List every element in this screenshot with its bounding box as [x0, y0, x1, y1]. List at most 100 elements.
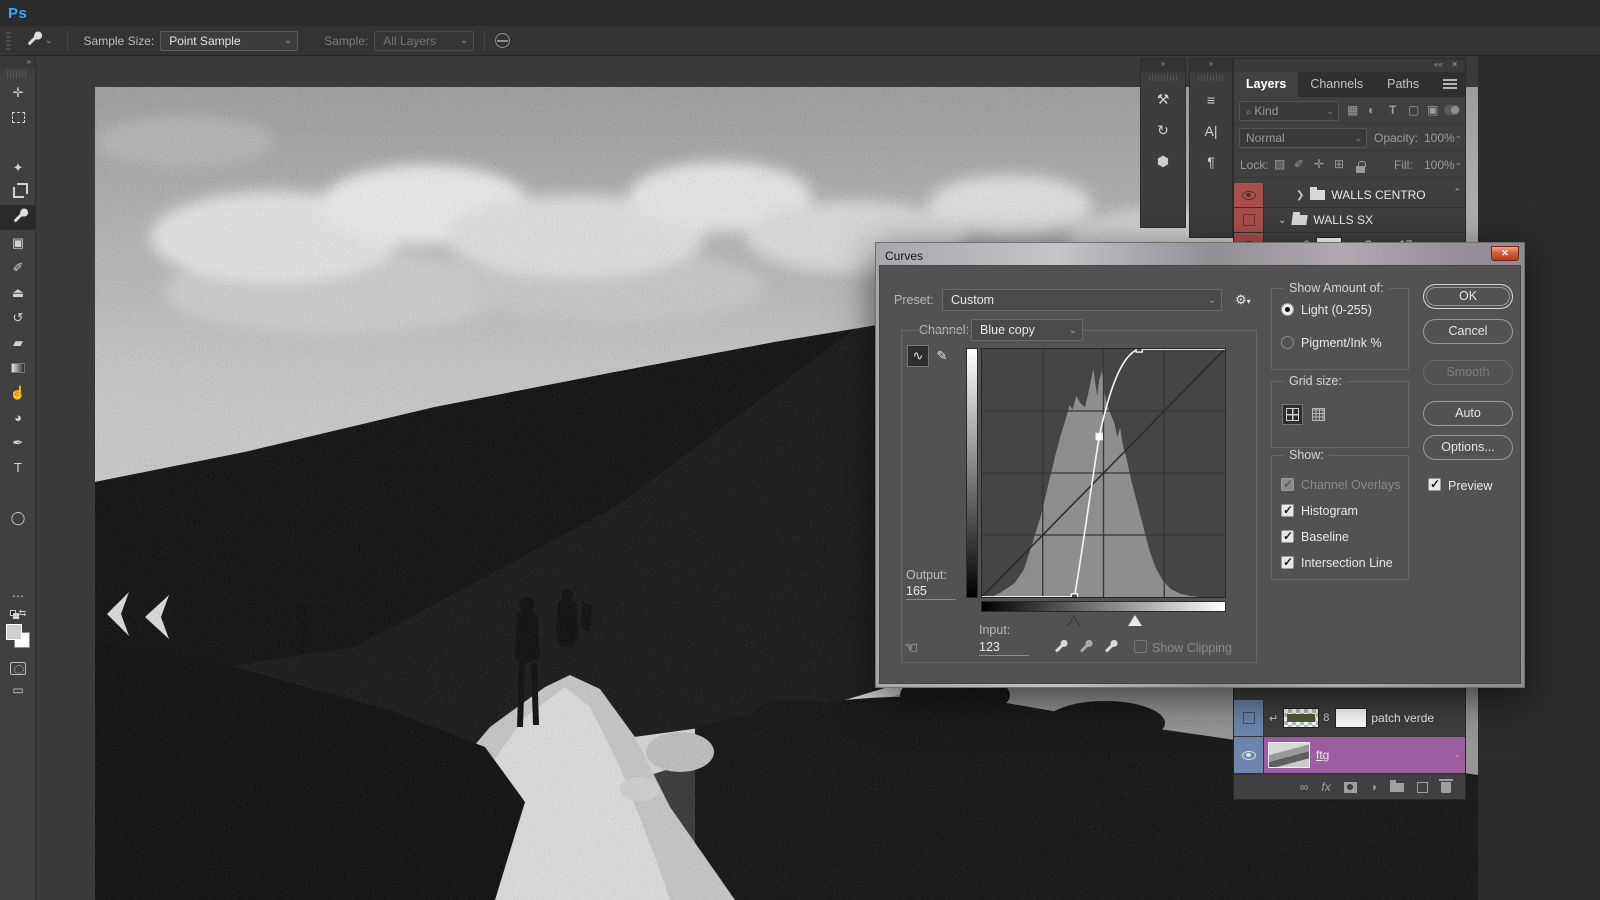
chevron-down-icon[interactable]: ⌄ — [1454, 130, 1462, 141]
sample-select[interactable]: All Layers⌄ — [374, 31, 474, 51]
show-clipping-checkbox[interactable] — [1134, 640, 1147, 653]
zoom-tool[interactable] — [0, 555, 36, 580]
auto-button[interactable]: Auto — [1423, 401, 1513, 426]
light-radio[interactable] — [1281, 303, 1294, 316]
expand-panels-icon[interactable]: » — [1141, 59, 1185, 72]
chevron-down-icon[interactable]: ⌄ — [45, 35, 53, 46]
eraser-tool[interactable]: ▰ — [0, 330, 36, 355]
show-option-checkbox[interactable] — [1281, 556, 1294, 569]
tab-layers[interactable]: Layers — [1234, 72, 1298, 97]
close-panel-icon[interactable]: ✕ — [1451, 60, 1458, 69]
layer-thumbnail[interactable] — [1268, 742, 1310, 768]
move-tool[interactable]: ✛ — [0, 80, 36, 105]
blend-mode-select[interactable]: Normal⌄ — [1239, 128, 1367, 148]
expand-panels-icon[interactable]: » — [1190, 59, 1232, 72]
preview-checkbox[interactable] — [1428, 478, 1441, 491]
layer-name[interactable]: WALLS SX — [1313, 213, 1373, 227]
layer-mask-thumbnail[interactable] — [1335, 708, 1367, 728]
filtering-toggle[interactable] — [1444, 105, 1460, 115]
crop-tool[interactable] — [0, 180, 36, 205]
white-point-slider[interactable] — [1128, 615, 1142, 626]
history-icon[interactable]: ↻ — [1141, 115, 1185, 146]
layer-row-ftg-selected[interactable]: ftg ⌄ — [1234, 737, 1465, 774]
lock-transparency-icon[interactable]: ▨ — [1274, 157, 1285, 171]
screen-mode-button[interactable]: ▭ — [12, 683, 23, 697]
visibility-cell[interactable] — [1234, 183, 1264, 207]
show-option-checkbox[interactable] — [1281, 530, 1294, 543]
input-value-field[interactable]: 123 — [979, 640, 1029, 656]
filter-type-layers-icon[interactable]: T — [1389, 103, 1396, 117]
layer-row-patch-verde[interactable]: ↵ 8 patch verde — [1234, 700, 1465, 737]
layer-style-fx-icon[interactable]: fx — [1321, 780, 1330, 794]
tool-presets-icon[interactable]: ⚒ — [1141, 84, 1185, 115]
brush-tool[interactable]: ✐ — [0, 255, 36, 280]
sample-size-select[interactable]: Point Sample⌄ — [160, 31, 298, 51]
path-selection-tool[interactable] — [0, 480, 36, 505]
scroll-up-icon[interactable]: ⌃ — [1453, 187, 1461, 198]
show-option-checkbox[interactable] — [1281, 504, 1294, 517]
hand-tool[interactable] — [0, 530, 36, 555]
swap-colors-icon[interactable]: ⇆ — [10, 605, 27, 621]
lock-move-icon[interactable]: ✛ — [1314, 157, 1324, 171]
filter-pixel-layers-icon[interactable]: ▦ — [1347, 103, 1358, 117]
foreground-color-swatch[interactable] — [6, 624, 22, 640]
output-value-field[interactable]: 165 — [906, 584, 956, 600]
rectangular-marquee-tool[interactable] — [0, 105, 36, 130]
options-bar-grip[interactable] — [6, 32, 11, 50]
type-tool[interactable]: T — [0, 455, 36, 480]
layer-name[interactable]: ftg — [1316, 748, 1329, 762]
scroll-down-icon[interactable]: ⌄ — [1453, 749, 1461, 760]
curves-graph[interactable] — [981, 348, 1226, 598]
filter-adjustment-layers-icon[interactable]: ◐ — [1368, 103, 1375, 117]
options-button[interactable]: Options... — [1423, 435, 1513, 460]
targeted-adjustment-icon[interactable]: ☜ — [904, 638, 918, 658]
preset-options-gear-icon[interactable]: ⚙▾ — [1235, 292, 1251, 308]
paragraph-panel-icon[interactable]: ¶ — [1190, 146, 1232, 177]
foreground-background-swatches[interactable] — [6, 624, 30, 648]
burn-tool[interactable]: ◕ — [0, 405, 36, 430]
quick-selection-tool[interactable]: ✦ — [0, 155, 36, 180]
layer-name[interactable]: patch verde — [1371, 711, 1434, 725]
filter-shape-layers-icon[interactable]: ▢ — [1408, 103, 1419, 117]
character-panel-icon[interactable]: A| — [1190, 115, 1232, 146]
filter-smart-objects-icon[interactable]: ▣ — [1427, 103, 1438, 117]
lock-paint-icon[interactable]: ✐ — [1294, 157, 1304, 171]
disclosure-expanded-icon[interactable]: ⌄ — [1278, 215, 1286, 226]
close-dialog-button[interactable]: ✕ — [1491, 246, 1519, 261]
collapse-arrows-icon[interactable]: » — [0, 56, 35, 68]
smudge-tool[interactable]: ☝ — [0, 380, 36, 405]
add-layer-mask-icon[interactable] — [1344, 782, 1357, 793]
more-tools-ellipsis[interactable]: … — [0, 580, 36, 605]
preset-select[interactable]: Custom⌄ — [942, 289, 1222, 311]
dialog-titlebar[interactable]: Curves ✕ — [879, 246, 1521, 265]
disclosure-collapsed-icon[interactable]: ❯ — [1296, 190, 1304, 201]
fill-value[interactable]: 100% — [1424, 158, 1455, 172]
3d-panel-icon[interactable]: ⬢ — [1141, 146, 1185, 177]
ellipse-tool[interactable]: ◯ — [0, 505, 36, 530]
new-layer-icon[interactable] — [1417, 782, 1428, 793]
kind-filter-select[interactable]: ⌕ Kind ⌄ — [1239, 101, 1339, 121]
clone-stamp-tool[interactable]: ⏏ — [0, 280, 36, 305]
channel-select[interactable]: Blue copy⌄ — [971, 319, 1083, 341]
lock-all-icon[interactable] — [1356, 166, 1365, 173]
pigment-radio-label[interactable]: Pigment/Ink % — [1301, 336, 1382, 350]
edit-points-curve-button[interactable]: ∿ — [907, 345, 929, 367]
collapse-panel-icon[interactable]: «« — [1434, 60, 1443, 69]
pigment-radio[interactable] — [1281, 336, 1294, 349]
new-group-icon[interactable] — [1390, 783, 1404, 792]
visibility-cell[interactable] — [1234, 700, 1264, 736]
cancel-button[interactable]: Cancel — [1423, 319, 1513, 344]
panel-menu-icon[interactable] — [1443, 79, 1457, 89]
new-adjustment-layer-icon[interactable]: ◑ — [1370, 780, 1377, 794]
ok-button[interactable]: OK — [1423, 284, 1513, 309]
tab-paths[interactable]: Paths — [1375, 72, 1431, 97]
eyedropper-tool-icon[interactable] — [19, 28, 45, 53]
default-colors-icon[interactable] — [10, 610, 16, 616]
layer-thumbnail[interactable] — [1283, 708, 1319, 728]
gradient-tool[interactable] — [0, 355, 36, 380]
spot-healing-brush-tool[interactable]: ▣ — [0, 230, 36, 255]
pen-tool[interactable]: ✒ — [0, 430, 36, 455]
detailed-grid-button[interactable] — [1308, 404, 1329, 425]
quick-mask-button[interactable] — [10, 662, 26, 675]
layer-row-walls-centro[interactable]: ❯ WALLS CENTRO — [1234, 183, 1465, 208]
